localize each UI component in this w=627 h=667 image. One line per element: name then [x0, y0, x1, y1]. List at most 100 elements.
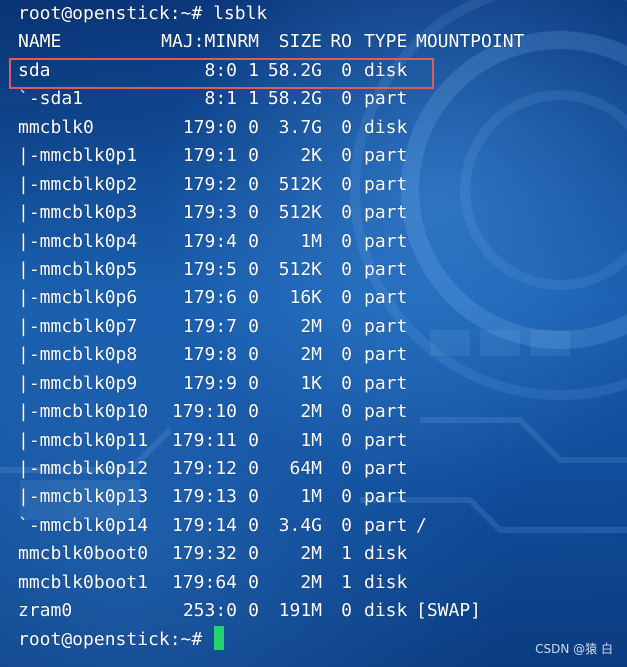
table-row: mmcblk0 179:0 0 3.7G 0 disk [18, 114, 627, 142]
cell-ro: 1 [341, 571, 352, 593]
cell-ro: 0 [341, 344, 352, 366]
cell-ro: 0 [341, 258, 352, 280]
cell-ro: 1 [341, 543, 352, 565]
table-row: |-mmcblk0p10 179:10 0 2M 0 part [18, 398, 627, 426]
table-row: |-mmcblk0p8 179:8 0 2M 0 part [18, 341, 627, 369]
terminal-output[interactable]: root@openstick:~# lsblk NAME MAJ:MIN RM … [18, 0, 627, 667]
cell-ro: 0 [341, 401, 352, 423]
cell-size: 64M [289, 458, 322, 479]
table-row: |-mmcblk0p5 179:5 0 512K 0 part [18, 256, 627, 284]
cursor [214, 625, 225, 650]
cell-rm: 0 [248, 543, 259, 565]
cell-name: |-mmcblk0p12 [18, 458, 149, 479]
table-row: |-mmcblk0p9 179:9 0 1K 0 part [18, 370, 627, 398]
cell-size: 1K [300, 372, 322, 394]
cell-majmin: 179:14 [171, 514, 237, 536]
cell-ro: 0 [341, 372, 352, 394]
cell-majmin: 179:64 [171, 571, 237, 593]
device-list: sda 8:0 1 58.2G 0 disk `-sda1 8:1 1 58.2G 0 part mmc… [18, 57, 627, 626]
cell-rm: 0 [248, 344, 259, 366]
cell-type: part [364, 458, 408, 479]
cell-size: 3.7G [278, 116, 322, 138]
cell-mountpoint: [SWAP] [416, 600, 482, 622]
cell-size: 512K [278, 202, 322, 224]
table-row: |-mmcblk0p13 179:13 0 1M 0 part [18, 483, 627, 511]
cell-rm: 0 [248, 116, 259, 138]
cell-size: 2M [300, 315, 322, 337]
cell-majmin: 179:4 [182, 230, 237, 252]
cell-majmin: 179:12 [171, 458, 237, 479]
table-row: zram0 253:0 0 191M 0 disk [SWAP] [18, 597, 627, 625]
cell-majmin: 179:3 [182, 202, 237, 224]
cell-name: |-mmcblk0p3 [18, 202, 138, 224]
cell-name: |-mmcblk0p11 [18, 429, 149, 451]
cell-name: `-mmcblk0p14 [18, 514, 149, 536]
cell-type: disk [364, 571, 408, 593]
cell-rm: 0 [248, 514, 259, 536]
header-mountpoint: MOUNTPOINT [416, 31, 525, 53]
cell-name: |-mmcblk0p5 [18, 258, 138, 280]
cell-name: |-mmcblk0p10 [18, 401, 149, 423]
cell-majmin: 179:11 [171, 429, 237, 451]
cell-majmin: 179:10 [171, 401, 237, 423]
cell-name: |-mmcblk0p4 [18, 230, 138, 252]
cell-mountpoint: / [416, 514, 427, 536]
cell-type: part [364, 486, 408, 508]
header-type: TYPE [364, 31, 408, 53]
cell-majmin: 179:2 [182, 173, 237, 195]
cell-majmin: 179:0 [182, 116, 237, 138]
table-row: |-mmcblk0p6 179:6 0 16K 0 part [18, 284, 627, 312]
cell-rm: 0 [248, 258, 259, 280]
cell-size: 2M [300, 401, 322, 423]
cell-majmin: 179:1 [182, 145, 237, 167]
table-row: mmcblk0boot0 179:32 0 2M 1 disk [18, 540, 627, 568]
prompt-text: root@openstick:~# [18, 628, 214, 650]
cell-size: 191M [278, 600, 322, 622]
cell-size: 2M [300, 571, 322, 593]
cell-size: 58.2G [267, 59, 322, 81]
table-row: |-mmcblk0p11 179:11 0 1M 0 part [18, 427, 627, 455]
table-row: |-mmcblk0p2 179:2 0 512K 0 part [18, 171, 627, 199]
cell-size: 1M [300, 429, 322, 451]
table-row: |-mmcblk0p3 179:3 0 512K 0 part [18, 199, 627, 227]
cell-majmin: 179:5 [182, 258, 237, 280]
cell-majmin: 179:13 [171, 486, 237, 508]
cell-size: 512K [278, 258, 322, 280]
cell-rm: 0 [248, 401, 259, 423]
cell-size: 3.4G [278, 514, 322, 536]
cell-majmin: 8:0 [204, 59, 237, 81]
cell-type: part [364, 514, 408, 536]
header-size: SIZE [278, 31, 322, 53]
cell-rm: 0 [248, 458, 259, 479]
cell-ro: 0 [341, 514, 352, 536]
table-row: |-mmcblk0p4 179:4 0 1M 0 part [18, 228, 627, 256]
cell-size: 2K [300, 145, 322, 167]
cell-size: 1M [300, 230, 322, 252]
header-ro: RO [330, 31, 352, 53]
cell-ro: 0 [341, 116, 352, 138]
cell-name: |-mmcblk0p13 [18, 486, 149, 508]
table-row: `-mmcblk0p14 179:14 0 3.4G 0 part / [18, 512, 627, 540]
header-majmin: MAJ:MIN [161, 31, 237, 53]
table-row: |-mmcblk0p12 179:12 0 64M 0 part [18, 455, 627, 483]
cell-ro: 0 [341, 287, 352, 309]
cell-majmin: 179:8 [182, 344, 237, 366]
header-name: NAME [18, 31, 62, 53]
cell-size: 2M [300, 344, 322, 366]
cell-name: sda [18, 59, 51, 81]
cell-rm: 1 [248, 59, 259, 81]
cell-size: 1M [300, 486, 322, 508]
cell-rm: 0 [248, 230, 259, 252]
cell-rm: 0 [248, 486, 259, 508]
cell-name: |-mmcblk0p9 [18, 372, 138, 394]
cell-majmin: 8:1 [204, 88, 237, 110]
cell-rm: 0 [248, 429, 259, 451]
cell-type: part [364, 287, 408, 309]
table-row: mmcblk0boot1 179:64 0 2M 1 disk [18, 569, 627, 597]
cell-name: |-mmcblk0p1 [18, 145, 138, 167]
cell-name: mmcblk0boot1 [18, 571, 149, 593]
cell-ro: 0 [341, 458, 352, 479]
cell-ro: 0 [341, 429, 352, 451]
cell-type: part [364, 258, 408, 280]
cell-type: part [364, 401, 408, 423]
